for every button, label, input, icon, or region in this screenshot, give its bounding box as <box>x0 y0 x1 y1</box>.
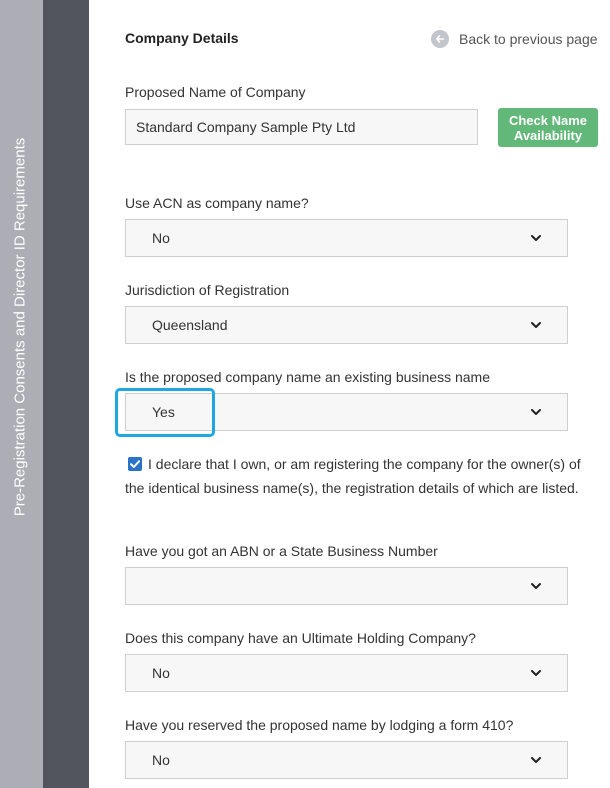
sidebar-inner-label[interactable]: Company Details <box>101 129 118 243</box>
form410-select-value: No <box>152 752 170 768</box>
jurisdiction-select-value: Queensland <box>152 317 228 333</box>
acn-select[interactable]: No <box>125 219 568 257</box>
existing-business-select-value: Yes <box>152 404 175 420</box>
jurisdiction-select[interactable]: Queensland <box>125 306 568 344</box>
checkmark-icon <box>130 460 140 468</box>
holding-company-select[interactable]: No <box>125 654 568 692</box>
jurisdiction-label: Jurisdiction of Registration <box>125 282 290 298</box>
chevron-down-icon <box>531 583 541 589</box>
form410-select[interactable]: No <box>125 741 568 779</box>
chevron-down-icon <box>531 409 541 415</box>
chevron-down-icon <box>531 757 541 763</box>
sidebar-outer-label: Pre-Registration Consents and Director I… <box>11 137 29 517</box>
back-link[interactable]: Back to previous page <box>431 29 598 49</box>
back-link-label: Back to previous page <box>459 31 598 47</box>
main-form: Company Details Back to previous page Pr… <box>125 0 605 788</box>
abn-select[interactable] <box>125 567 568 605</box>
declaration: I declare that I own, or am registering … <box>125 452 585 500</box>
acn-label: Use ACN as company name? <box>125 195 309 211</box>
declaration-text: I declare that I own, or am registering … <box>125 456 581 496</box>
page-title: Company Details <box>125 30 239 46</box>
existing-business-select[interactable]: Yes <box>125 393 568 431</box>
sidebar-outer: Pre-Registration Consents and Director I… <box>0 0 43 788</box>
company-name-input[interactable] <box>125 109 478 145</box>
chevron-down-icon <box>531 322 541 328</box>
declaration-checkbox[interactable] <box>128 457 142 471</box>
abn-label: Have you got an ABN or a State Business … <box>125 543 438 559</box>
holding-company-label: Does this company have an Ultimate Holdi… <box>125 630 476 646</box>
acn-select-value: No <box>152 230 170 246</box>
existing-business-label: Is the proposed company name an existing… <box>125 369 490 385</box>
company-name-label: Proposed Name of Company <box>125 84 306 100</box>
chevron-down-icon <box>531 235 541 241</box>
check-name-availability-button[interactable]: Check Name Availability <box>498 108 598 147</box>
sidebar-inner: Company Details <box>43 0 118 788</box>
arrow-left-circle-icon <box>431 30 449 48</box>
chevron-down-icon <box>531 670 541 676</box>
form410-label: Have you reserved the proposed name by l… <box>125 717 514 733</box>
holding-company-select-value: No <box>152 665 170 681</box>
